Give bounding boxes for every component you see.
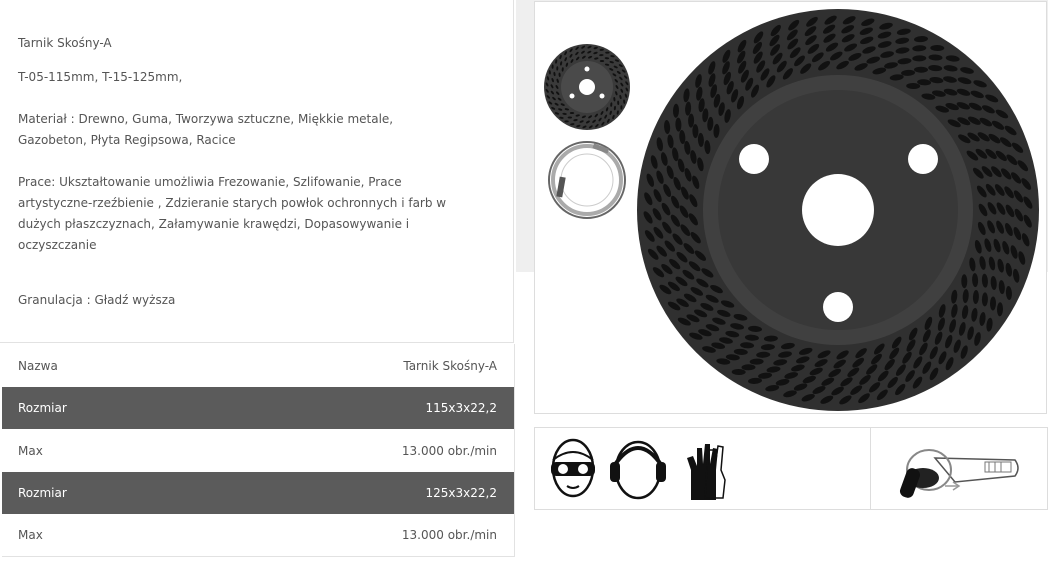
material-line-2: Gazobeton, Płyta Regipsowa, Racice xyxy=(18,133,236,147)
safety-panel-divider xyxy=(870,428,871,509)
spec-value: 13.000 obr./min xyxy=(401,528,497,542)
work-line-4: oczyszczanie xyxy=(18,238,97,252)
gloves-icon xyxy=(687,444,726,500)
angle-grinder-icon xyxy=(899,449,1019,498)
spec-label: Max xyxy=(18,443,43,458)
spec-label: Rozmiar xyxy=(18,486,67,500)
safety-goggles-icon xyxy=(551,438,595,498)
spec-value: 13.000 obr./min xyxy=(401,443,497,458)
product-codes: T-05-115mm, T-15-125mm, xyxy=(18,70,183,84)
product-image[interactable] xyxy=(534,1,1047,414)
thumbnail-package[interactable] xyxy=(548,141,626,219)
spec-value: 115x3x22,2 xyxy=(425,401,497,415)
spec-label: Nazwa xyxy=(18,358,58,373)
spec-value: 125x3x22,2 xyxy=(425,486,497,500)
main-disc-image xyxy=(637,9,1039,411)
spec-row: Rozmiar 125x3x22,2 xyxy=(2,472,515,514)
granulation: Granulacja : Gładź wyższa xyxy=(18,293,176,307)
spec-row: Rozmiar 115x3x22,2 xyxy=(2,387,515,429)
product-description: Tarnik Skośny-A T-05-115mm, T-15-125mm, … xyxy=(0,0,514,343)
material-line-1: Materiał : Drewno, Guma, Tworzywa sztucz… xyxy=(18,112,394,126)
thumbnail-disc[interactable] xyxy=(544,44,630,130)
spec-label: Rozmiar xyxy=(18,401,67,415)
spec-table: Nazwa Tarnik Skośny-A Rozmiar 115x3x22,2… xyxy=(2,344,515,557)
right-edge xyxy=(1048,0,1053,561)
spec-value: Tarnik Skośny-A xyxy=(403,358,497,373)
product-title: Tarnik Skośny-A xyxy=(18,36,112,50)
work-line-3: dużych płaszczyznach, Załamywanie krawęd… xyxy=(18,217,410,231)
spec-row: Nazwa Tarnik Skośny-A xyxy=(2,344,515,387)
spec-row: Max 13.000 obr./min xyxy=(2,514,515,557)
spec-label: Max xyxy=(18,528,43,542)
work-line-1: Prace: Ukształtowanie umożliwia Frezowan… xyxy=(18,175,402,189)
ear-protection-icon xyxy=(610,440,666,500)
spec-row: Max 13.000 obr./min xyxy=(2,429,515,472)
work-line-2: artystyczne-rzeźbienie , Zdzieranie star… xyxy=(18,196,447,210)
safety-icons-panel xyxy=(534,427,1048,510)
